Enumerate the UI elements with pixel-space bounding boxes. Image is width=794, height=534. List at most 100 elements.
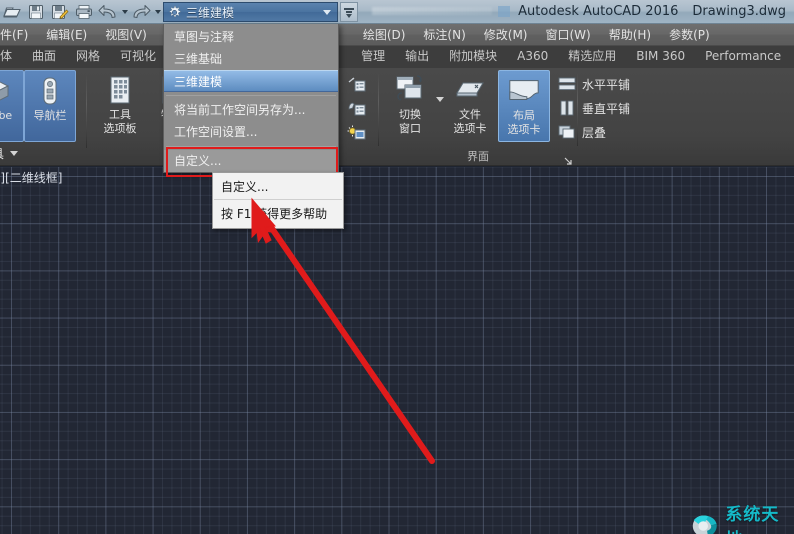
ribbon-body: Cube 导航栏: [0, 68, 794, 166]
tile-horizontal-button[interactable]: 水平平铺: [555, 72, 630, 96]
panel-divider: [86, 74, 87, 148]
tab-output[interactable]: 输出: [395, 46, 439, 68]
viewcube-label: Cube: [0, 109, 13, 122]
drawing-canvas[interactable]: [-][俯视][二维线框]: [0, 167, 794, 534]
menu-divider: [166, 146, 336, 147]
workspace-item-settings[interactable]: 工作空间设置...: [164, 121, 338, 143]
window-title: Autodesk AutoCAD 2016 Drawing3.dwg: [518, 3, 786, 21]
menu-divider: [166, 95, 336, 96]
workspace-item-save-current-as[interactable]: 将当前工作空间另存为...: [164, 99, 338, 121]
tab-bim360[interactable]: BIM 360: [626, 46, 695, 68]
watermark-text: 系统天地: [725, 505, 780, 534]
open-icon[interactable]: [0, 1, 24, 23]
menu-help[interactable]: 帮助(H): [600, 24, 660, 46]
workspace-item-3d-basics[interactable]: 三维基础: [164, 48, 338, 70]
layout-tabs-icon: [507, 74, 541, 108]
title-app-badge: [498, 6, 510, 17]
tab-solid[interactable]: 体: [0, 46, 22, 68]
workspace-dropdown-menu: 草图与注释 三维基础 三维建模 将当前工作空间另存为... 工作空间设置... …: [163, 24, 339, 173]
layout-tabs-label-2: 选项卡: [507, 123, 541, 136]
cascade-icon: [555, 121, 579, 143]
undo-dropdown-arrow[interactable]: [120, 1, 129, 23]
panel-divider: [378, 72, 379, 146]
layer-icon-button[interactable]: [344, 96, 370, 120]
workspace-item-customize[interactable]: 自定义...: [164, 150, 338, 172]
watermark: 系统天地: [688, 500, 794, 534]
tab-surface[interactable]: 曲面: [22, 46, 66, 68]
switch-windows-button[interactable]: 切换 窗口: [384, 70, 436, 142]
chevron-down-icon: [10, 151, 19, 156]
workspace-label: 三维建模: [186, 5, 235, 20]
tool-palettes-label-1: 工具: [109, 108, 131, 121]
switch-windows-label-2: 窗口: [399, 122, 421, 135]
file-tabs-icon: [453, 73, 487, 107]
palettes-panel-dropdown[interactable]: 工具: [0, 145, 21, 162]
menu-parametric[interactable]: 参数(P): [660, 24, 719, 46]
switch-windows-dropdown[interactable]: [436, 70, 444, 120]
tooltip-body: 按 F1 获得更多帮助: [221, 207, 328, 221]
tab-featured-apps[interactable]: 精选应用: [558, 46, 626, 68]
document-title: Drawing3.dwg: [692, 4, 786, 19]
tile-vertical-icon: [555, 97, 579, 119]
menu-modify[interactable]: 修改(M): [475, 24, 537, 46]
tab-manage[interactable]: 管理: [351, 46, 395, 68]
cascade-label: 层叠: [582, 125, 607, 140]
file-tabs-label-2: 选项卡: [453, 122, 487, 135]
workspace-item-3d-modeling[interactable]: 三维建模: [164, 70, 338, 92]
ribbon-tab-bar: 体 曲面 网格 可视化 管理 输出 附加模块 A360 精选应用 BIM 360…: [0, 46, 794, 68]
tile-horizontal-label: 水平平铺: [582, 77, 631, 92]
workspace-selector[interactable]: 三维建模: [163, 2, 338, 22]
tile-button-group: 水平平铺 垂直平铺 层叠: [555, 70, 630, 144]
workspace-item-drafting-annotation[interactable]: 草图与注释: [164, 26, 338, 48]
tooltip-title: 自定义...: [221, 180, 269, 194]
tile-vertical-button[interactable]: 垂直平铺: [555, 96, 630, 120]
menu-view[interactable]: 视图(V): [96, 24, 156, 46]
navbar-icon: [33, 74, 67, 108]
undo-icon[interactable]: [96, 1, 120, 23]
viewcube-icon: [0, 74, 15, 108]
redo-dropdown-arrow[interactable]: [153, 1, 162, 23]
layout-tabs-button[interactable]: 布局 选项卡: [498, 70, 550, 142]
layout-tabs-label-1: 布局: [513, 109, 535, 122]
tab-mesh[interactable]: 网格: [66, 46, 110, 68]
tab-visualize[interactable]: 可视化: [110, 46, 166, 68]
switch-windows-label-1: 切换: [399, 108, 421, 121]
viewport-label[interactable]: [-][俯视][二维线框]: [0, 169, 62, 186]
tool-palettes-label-2: 选项板: [103, 122, 137, 135]
menu-file[interactable]: 件(F): [0, 24, 37, 46]
redo-icon[interactable]: [129, 1, 153, 23]
tab-performance[interactable]: Performance: [695, 46, 791, 68]
title-ghost-text: [372, 7, 492, 15]
save-as-icon[interactable]: [48, 1, 72, 23]
ucs-icon-button[interactable]: [344, 72, 370, 96]
navbar-label: 导航栏: [33, 109, 67, 122]
menu-dimension[interactable]: 标注(N): [414, 24, 474, 46]
panel-divider: [577, 72, 578, 146]
save-icon[interactable]: [24, 1, 48, 23]
tab-a360[interactable]: A360: [507, 46, 558, 68]
tile-vertical-label: 垂直平铺: [582, 101, 631, 116]
navbar-button[interactable]: 导航栏: [24, 70, 76, 142]
tool-palettes-button[interactable]: 工具 选项板: [94, 70, 146, 142]
file-tabs-label-1: 文件: [459, 108, 481, 121]
workspace-customize-button[interactable]: [340, 2, 358, 22]
panel-dialog-launcher[interactable]: [562, 152, 574, 165]
menu-draw[interactable]: 绘图(D): [354, 24, 415, 46]
tab-addins[interactable]: 附加模块: [439, 46, 507, 68]
viewcube-button[interactable]: Cube: [0, 70, 24, 142]
cascade-button[interactable]: 层叠: [555, 120, 630, 144]
quick-access-toolbar: [0, 0, 162, 24]
switch-windows-icon: [393, 73, 427, 107]
ribbon-panel-interface: 切换 窗口 文件 选项卡 布局 选项卡 水平平铺 垂直平铺 层叠 界面: [378, 68, 630, 166]
light-icon-button[interactable]: [344, 120, 370, 144]
micro-button-column: [344, 68, 378, 144]
print-icon[interactable]: [72, 1, 96, 23]
gear-icon: [169, 5, 181, 17]
chevron-down-icon[interactable]: [323, 9, 331, 15]
palettes-dropdown-label: 工具: [0, 145, 4, 162]
menu-edit[interactable]: 编辑(E): [37, 24, 96, 46]
menu-window[interactable]: 窗口(W): [536, 24, 599, 46]
file-tabs-button[interactable]: 文件 选项卡: [444, 70, 496, 142]
ribbon-panel-micro: [336, 68, 378, 166]
tooltip-customize: 自定义... 按 F1 获得更多帮助: [212, 172, 344, 229]
